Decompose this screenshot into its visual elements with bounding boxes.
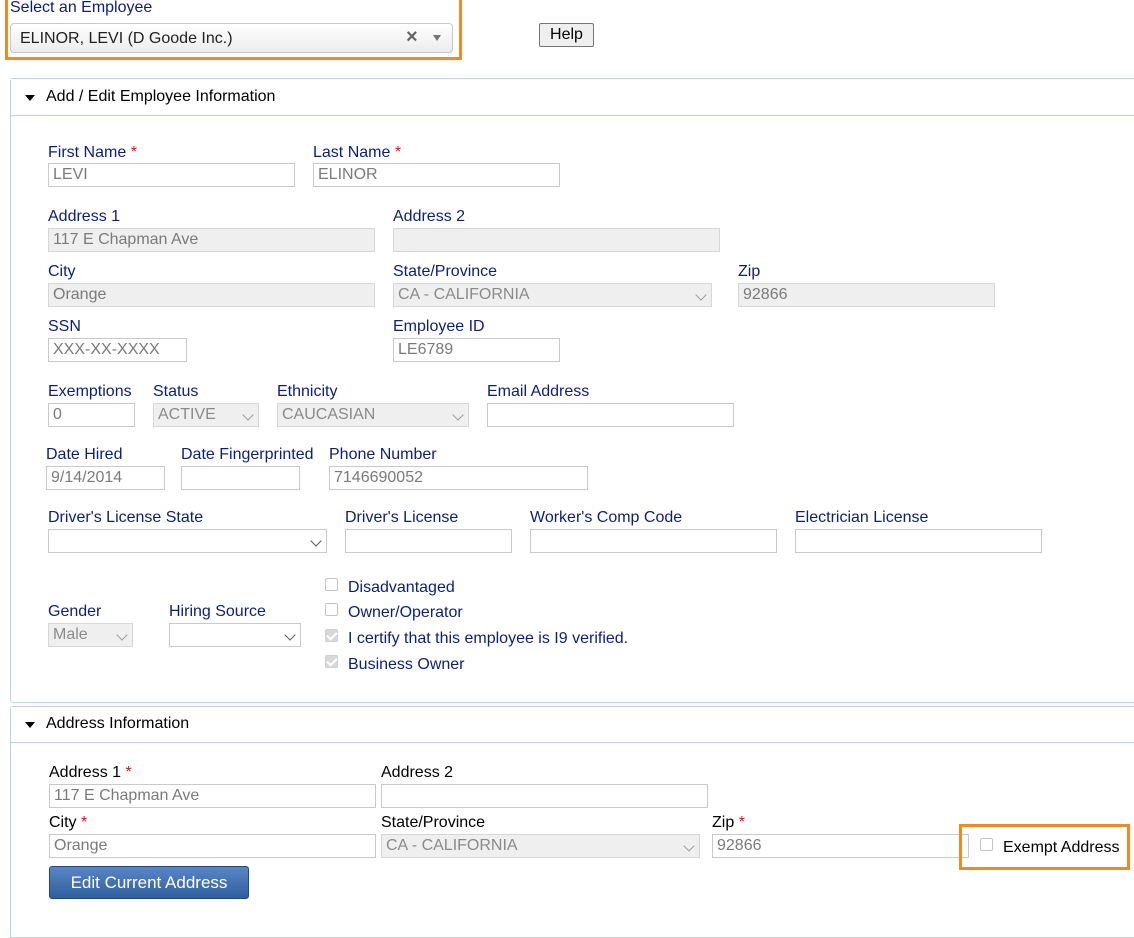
ssn-input[interactable]: XXX-XX-XXXX [48,338,187,362]
dropdown-arrow-icon[interactable] [433,35,441,41]
i9-verified-label: I certify that this employee is I9 verif… [348,630,629,647]
address2-input[interactable] [393,228,720,252]
last-name-label: Last Name * [313,144,402,161]
ethnicity-select-value: CAUCASIAN [282,406,376,423]
dl-state-select[interactable] [48,529,327,553]
addr-state-select[interactable]: CA - CALIFORNIA [381,834,700,858]
addr-address2-input[interactable] [381,784,708,808]
status-label: Status [153,383,199,400]
addr-state-select-value: CA - CALIFORNIA [386,837,518,854]
chevron-down-icon [116,629,128,641]
address1-input[interactable]: 117 E Chapman Ave [48,228,375,252]
hiring-source-label: Hiring Source [169,603,266,620]
phone-label: Phone Number [329,446,437,463]
chevron-down-icon [284,629,296,641]
status-select-value: ACTIVE [158,406,216,423]
state-select-value: CA - CALIFORNIA [398,286,530,303]
first-name-label: First Name * [48,144,137,161]
employee-select[interactable]: ELINOR, LEVI (D Goode Inc.) × [10,23,453,53]
employee-section-header[interactable]: Add / Edit Employee Information [11,79,1134,116]
address1-label: Address 1 [48,208,121,225]
first-name-input[interactable]: LEVI [48,163,295,187]
ethnicity-label: Ethnicity [277,383,338,400]
addr-city-input[interactable]: Orange [49,834,376,858]
owner-operator-checkbox[interactable] [325,603,338,616]
address2-label: Address 2 [393,208,466,225]
disadvantaged-checkbox[interactable] [325,578,338,591]
collapse-triangle-icon [25,722,35,728]
addr-address2-label: Address 2 [381,764,454,781]
business-owner-label: Business Owner [348,656,465,673]
addr-city-label: City * [49,814,88,831]
clear-icon[interactable]: × [406,26,418,49]
dl-state-label: Driver's License State [48,509,204,526]
exempt-address-checkbox[interactable] [980,838,993,851]
ssn-label: SSN [48,318,81,335]
zip-label: Zip [738,263,761,280]
exempt-address-label: Exempt Address [1003,839,1120,856]
employee-id-label: Employee ID [393,318,485,335]
workers-comp-label: Worker's Comp Code [530,509,683,526]
disadvantaged-label: Disadvantaged [348,579,455,596]
business-owner-checkbox[interactable] [325,655,338,668]
workers-comp-input[interactable] [530,529,777,553]
chevron-down-icon [310,535,322,547]
email-label: Email Address [487,383,590,400]
hiring-source-select[interactable] [169,623,301,647]
chevron-down-icon [452,409,464,421]
employee-id-input[interactable]: LE6789 [393,338,560,362]
phone-input[interactable]: 7146690052 [329,466,588,490]
addr-address1-label: Address 1 * [49,764,132,781]
gender-select-value: Male [53,626,88,643]
employee-select-label: Select an Employee [10,0,153,16]
help-button[interactable]: Help [539,23,594,47]
owner-operator-label: Owner/Operator [348,604,463,621]
address-section-title: Address Information [46,715,190,732]
chevron-down-icon [695,289,707,301]
chevron-down-icon [242,409,254,421]
employee-section-title: Add / Edit Employee Information [46,88,276,105]
zip-input[interactable]: 92866 [738,283,995,307]
addr-zip-input[interactable]: 92866 [712,834,969,858]
date-hired-input[interactable]: 9/14/2014 [46,466,165,490]
ethnicity-select[interactable]: CAUCASIAN [277,403,469,427]
state-label: State/Province [393,263,498,280]
exemptions-input[interactable]: 0 [48,403,135,427]
addr-address1-input[interactable]: 117 E Chapman Ave [49,784,376,808]
dl-input[interactable] [345,529,512,553]
city-input[interactable]: Orange [48,283,375,307]
gender-select[interactable]: Male [48,623,133,647]
exemptions-label: Exemptions [48,383,132,400]
collapse-triangle-icon [25,95,35,101]
employee-select-value: ELINOR, LEVI (D Goode Inc.) [20,30,233,47]
date-fingerprinted-input[interactable] [181,466,300,490]
email-input[interactable] [487,403,734,427]
date-fingerprinted-label: Date Fingerprinted [181,446,314,463]
gender-label: Gender [48,603,102,620]
date-hired-label: Date Hired [46,446,123,463]
dl-label: Driver's License [345,509,459,526]
last-name-input[interactable]: ELINOR [313,163,560,187]
city-label: City [48,263,76,280]
electrician-license-label: Electrician License [795,509,929,526]
edit-current-address-button[interactable]: Edit Current Address [49,866,249,899]
address-section-header[interactable]: Address Information [11,707,1134,743]
electrician-license-input[interactable] [795,529,1042,553]
addr-zip-label: Zip * [712,814,745,831]
addr-state-label: State/Province [381,814,486,831]
i9-verified-checkbox[interactable] [325,629,338,642]
state-select[interactable]: CA - CALIFORNIA [393,283,712,307]
chevron-down-icon [683,840,695,852]
status-select[interactable]: ACTIVE [153,403,259,427]
